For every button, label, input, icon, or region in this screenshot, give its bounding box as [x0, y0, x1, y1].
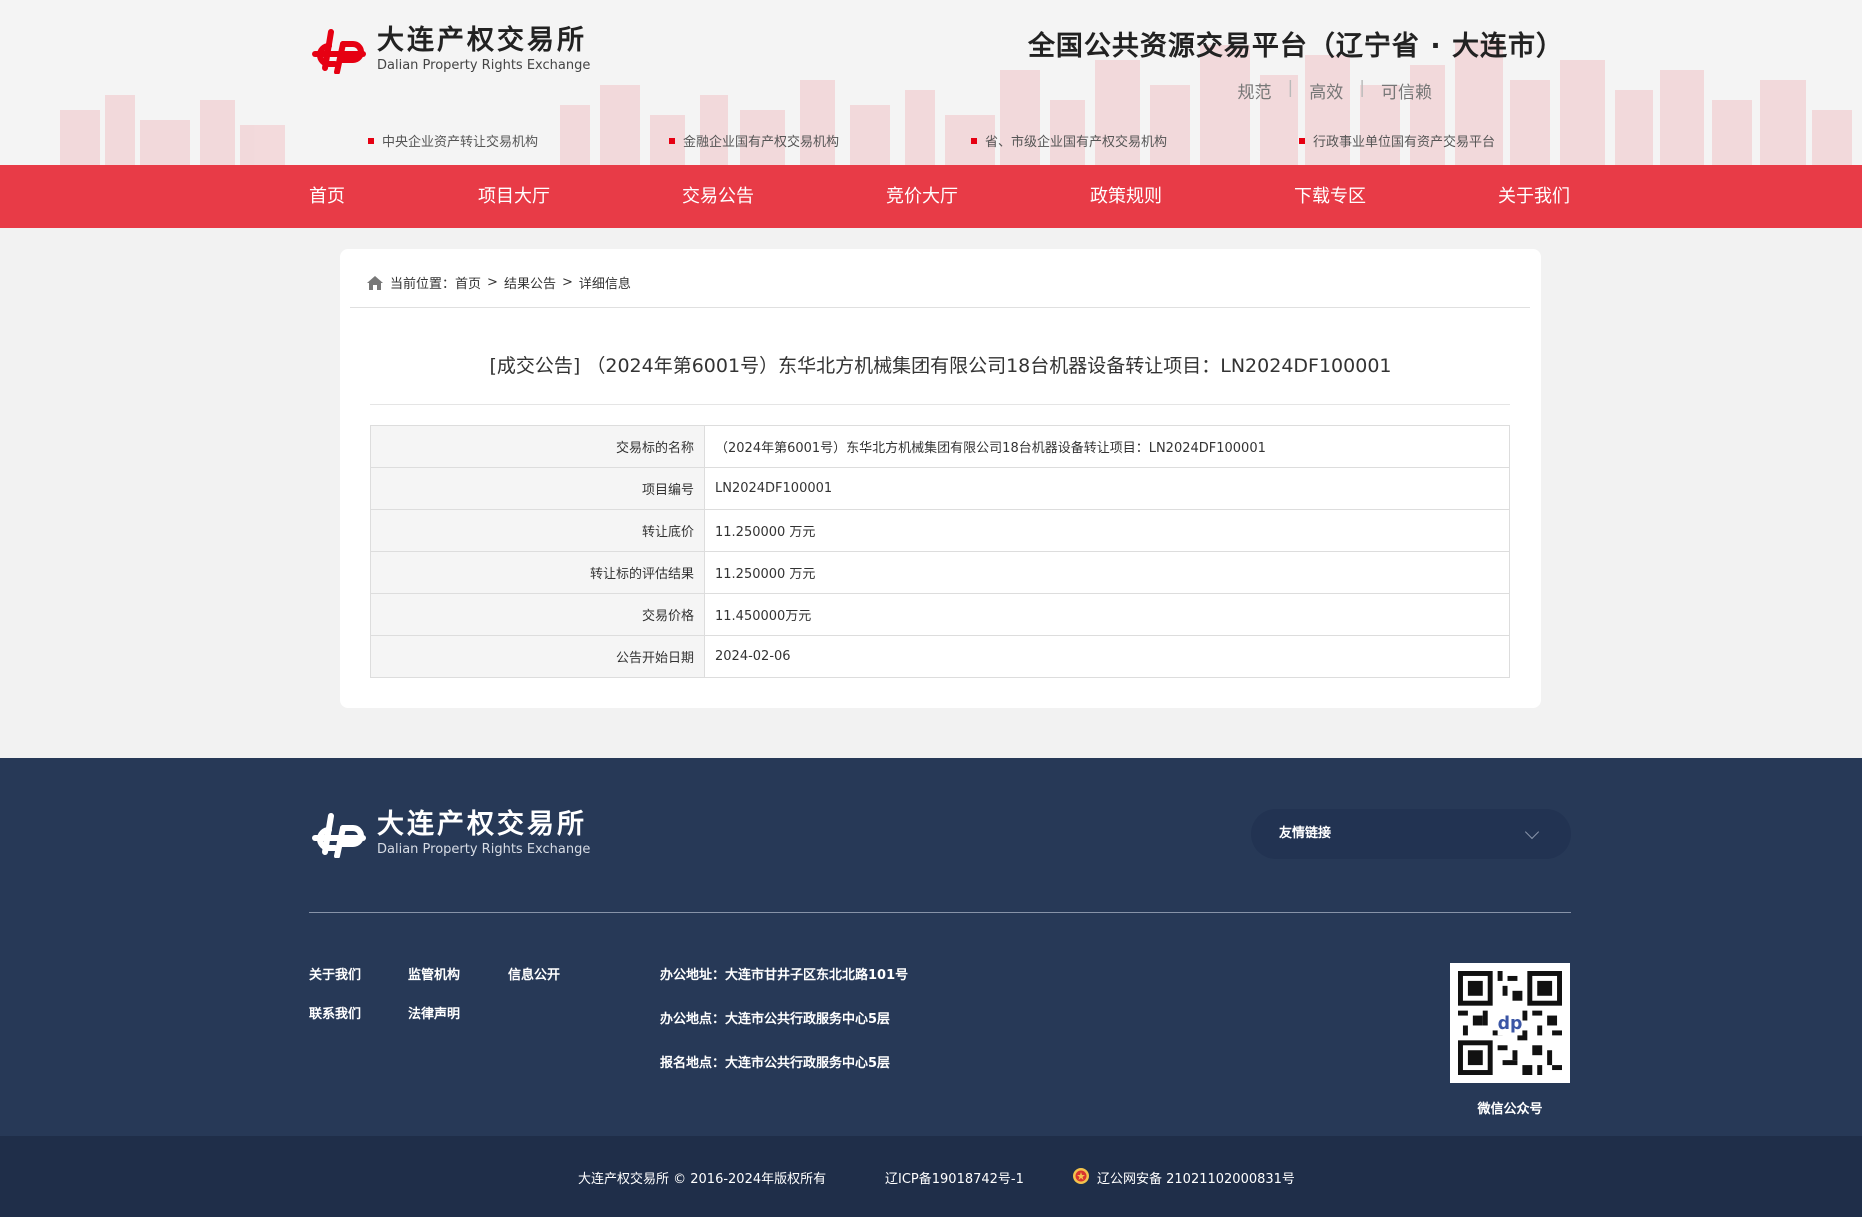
org-link-central[interactable]: 中央企业资产转让交易机构 [368, 131, 538, 150]
slogan-separator: | [1359, 78, 1365, 98]
site-footer: 大连产权交易所 Dalian Property Rights Exchange … [0, 758, 1862, 1136]
chevron-down-icon [1524, 824, 1540, 840]
office-location: 办公地点：大连市公共行政服务中心5层 [660, 1012, 891, 1027]
slogan-item: 可信赖 [1381, 83, 1432, 103]
title-divider [370, 404, 1510, 405]
breadcrumb-prefix: 当前位置： [390, 277, 456, 292]
nav-item-project-hall[interactable]: 项目大厅 [478, 165, 550, 228]
logo-subtitle: Dalian Property Rights Exchange [377, 58, 591, 73]
bullet-icon [971, 137, 977, 144]
footer-link-regulators[interactable]: 监管机构 [408, 964, 460, 983]
org-link-label: 中央企业资产转让交易机构 [382, 135, 539, 150]
footer-logo[interactable]: 大连产权交易所 Dalian Property Rights Exchange [309, 808, 590, 858]
table-row: 项目编号 LN2024DF100001 [370, 467, 1510, 510]
icp-link[interactable]: 辽ICP备19018742号-1 [885, 1168, 1024, 1187]
qr-code-icon: dp [1458, 971, 1562, 1075]
logo-mark-icon [312, 29, 366, 74]
slogan-item: 高效 [1309, 83, 1344, 103]
skyline-background [60, 40, 1852, 165]
police-badge-icon [1073, 1168, 1089, 1184]
table-row: 转让底价 11.250000 万元 [370, 509, 1510, 552]
row-key: 公告开始日期 [370, 635, 705, 678]
nav-item-trade-notice[interactable]: 交易公告 [682, 165, 754, 228]
office-address: 办公地址：大连市甘井子区东北北路101号 [660, 968, 909, 983]
registration-location: 报名地点：大连市公共行政服务中心5层 [660, 1056, 891, 1071]
org-link-label: 省、市级企业国有产权交易机构 [985, 135, 1168, 150]
breadcrumb: 当前位置： 首页 > 结果公告 > 详细信息 [366, 273, 631, 292]
main-nav: 首页 项目大厅 交易公告 竞价大厅 政策规则 下载专区 关于我们 [0, 165, 1862, 228]
row-key: 项目编号 [370, 467, 705, 510]
row-key: 交易价格 [370, 593, 705, 636]
breadcrumb-separator: > [561, 275, 573, 290]
bullet-icon [669, 137, 675, 144]
bullet-icon [1299, 137, 1305, 144]
breadcrumb-current: 详细信息 [578, 277, 631, 292]
footer-link-legal[interactable]: 法律声明 [408, 1003, 460, 1022]
nav-item-policy[interactable]: 政策规则 [1090, 165, 1162, 228]
notice-card: 当前位置： 首页 > 结果公告 > 详细信息 [成交公告] （2024年第600… [340, 249, 1541, 708]
header-logo[interactable]: 大连产权交易所 Dalian Property Rights Exchange [309, 24, 590, 74]
row-value: 2024-02-06 [704, 635, 1510, 678]
footer-divider [309, 912, 1571, 913]
org-link-provincial[interactable]: 省、市级企业国有产权交易机构 [971, 131, 1167, 150]
police-record-link[interactable]: 辽公网安备 21021102000831号 [1097, 1168, 1295, 1187]
breadcrumb-results[interactable]: 结果公告 [504, 273, 556, 292]
slogan: 规范 | 高效 | 可信赖 [1238, 78, 1432, 103]
table-row: 公告开始日期 2024-02-06 [370, 635, 1510, 678]
breadcrumb-home[interactable]: 首页 [455, 273, 481, 292]
row-value: 11.250000 万元 [704, 509, 1510, 552]
copyright-bar: 大连产权交易所 © 2016-2024年版权所有 辽ICP备19018742号-… [0, 1136, 1862, 1217]
friend-links-label: 友情链接 [1279, 826, 1332, 841]
row-key: 转让底价 [370, 509, 705, 552]
home-icon [367, 275, 383, 290]
table-row: 交易标的名称 （2024年第6001号）东华北方机械集团有限公司18台机器设备转… [370, 425, 1510, 468]
table-row: 交易价格 11.450000万元 [370, 593, 1510, 636]
slogan-separator: | [1287, 78, 1294, 98]
svg-text:dp: dp [1498, 1014, 1523, 1034]
row-value: （2024年第6001号）东华北方机械集团有限公司18台机器设备转让项目：LN2… [704, 425, 1510, 468]
wechat-qr-code: dp [1450, 963, 1570, 1083]
row-key: 转让标的评估结果 [370, 551, 705, 594]
qr-caption: 微信公众号 [1477, 1102, 1543, 1117]
footer-logo-title: 大连产权交易所 [377, 809, 587, 840]
footer-link-about[interactable]: 关于我们 [309, 964, 361, 983]
breadcrumb-separator: > [487, 275, 498, 290]
footer-logo-subtitle: Dalian Property Rights Exchange [377, 842, 591, 857]
slogan-item: 规范 [1237, 83, 1272, 103]
detail-table: 交易标的名称 （2024年第6001号）东华北方机械集团有限公司18台机器设备转… [370, 425, 1510, 678]
site-header: 大连产权交易所 Dalian Property Rights Exchange … [0, 0, 1862, 165]
nav-item-downloads[interactable]: 下载专区 [1294, 165, 1366, 228]
bullet-icon [368, 137, 374, 144]
copyright-text: 大连产权交易所 © 2016-2024年版权所有 [578, 1172, 827, 1187]
row-key: 交易标的名称 [370, 425, 705, 468]
row-value: 11.450000万元 [704, 593, 1510, 636]
logo-title: 大连产权交易所 [377, 25, 587, 56]
nav-item-about[interactable]: 关于我们 [1498, 165, 1570, 228]
row-value: 11.250000 万元 [704, 551, 1510, 594]
logo-mark-icon [312, 813, 366, 858]
org-link-finance[interactable]: 金融企业国有产权交易机构 [669, 131, 839, 150]
org-link-label: 金融企业国有产权交易机构 [683, 135, 840, 150]
table-row: 转让标的评估结果 11.250000 万元 [370, 551, 1510, 594]
org-link-label: 行政事业单位国有资产交易平台 [1313, 135, 1496, 150]
footer-link-contact[interactable]: 联系我们 [309, 1003, 361, 1022]
breadcrumb-divider [350, 307, 1530, 308]
notice-title: [成交公告] （2024年第6001号）东华北方机械集团有限公司18台机器设备转… [489, 355, 1392, 377]
platform-title: 全国公共资源交易平台（辽宁省 · 大连市） [1027, 31, 1564, 62]
org-link-administrative[interactable]: 行政事业单位国有资产交易平台 [1299, 131, 1495, 150]
friend-links-dropdown[interactable]: 友情链接 [1251, 809, 1571, 859]
row-value: LN2024DF100001 [704, 467, 1510, 510]
footer-link-disclosure[interactable]: 信息公开 [508, 964, 560, 983]
nav-item-home[interactable]: 首页 [309, 165, 345, 228]
nav-item-bidding-hall[interactable]: 竞价大厅 [886, 165, 958, 228]
